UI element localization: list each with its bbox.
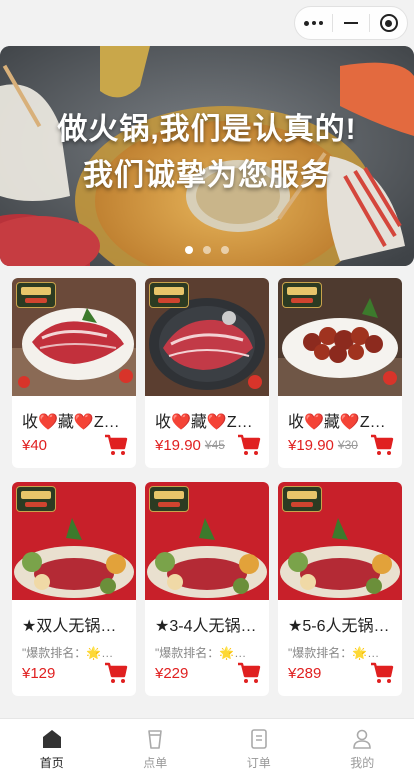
product-name: ★3-4人无锅… (155, 618, 257, 635)
tab-mine[interactable]: 我的 (311, 719, 414, 780)
product-image (145, 278, 269, 396)
cart-icon[interactable] (370, 434, 394, 456)
price-row: ¥289 (288, 662, 394, 684)
product-price: ¥40 (22, 436, 48, 454)
product-grid: 收❤️藏❤️Z… ¥40 收❤️藏❤️Z… ¥19.90 ¥45 收❤️藏❤️Z… (12, 278, 402, 696)
product-name: 收❤️藏❤️Z… (22, 414, 120, 431)
product-image (145, 482, 269, 600)
banner-headline: 做火锅,我们是认真的! (57, 113, 357, 146)
product-card[interactable]: 收❤️藏❤️Z… ¥40 (12, 278, 136, 468)
cart-icon[interactable] (237, 662, 261, 684)
more-dots-icon (303, 20, 323, 26)
product-price: ¥289 (288, 664, 322, 682)
tab-home[interactable]: 首页 (0, 719, 104, 780)
product-name: ★5-6人无锅… (288, 618, 390, 635)
product-description: "爆款排名：🌟🌟… (22, 646, 129, 660)
product-description: "爆款排名：🌟🌟… (155, 646, 262, 660)
user-icon (353, 729, 372, 749)
product-card[interactable]: 收❤️藏❤️Z… ¥19.90 ¥45 (145, 278, 269, 468)
cart-icon[interactable] (104, 662, 128, 684)
minimize-button[interactable] (333, 7, 370, 39)
tab-order[interactable]: 点单 (104, 719, 208, 780)
tab-orders[interactable]: 订单 (207, 719, 311, 780)
target-icon (379, 14, 398, 32)
minus-icon (344, 22, 358, 24)
price-row: ¥129 (22, 662, 128, 684)
brand-logo (149, 282, 189, 308)
product-card[interactable]: ★双人无锅… "爆款排名：🌟🌟… ¥129 (12, 482, 136, 696)
close-button[interactable] (370, 7, 407, 39)
product-price: ¥19.90 (288, 436, 334, 454)
tab-label: 订单 (246, 756, 271, 770)
product-price: ¥129 (22, 664, 56, 682)
cart-icon[interactable] (370, 662, 394, 684)
price-row: ¥19.90 ¥45 (155, 434, 261, 456)
tab-label: 点单 (143, 756, 168, 770)
original-price: ¥45 (204, 438, 225, 452)
mini-program-capsule (294, 6, 408, 40)
brand-logo (149, 486, 189, 512)
original-price: ¥30 (337, 438, 358, 452)
product-description: "爆款排名：🌟🌟… (288, 646, 395, 660)
brand-logo (282, 282, 322, 308)
product-image (12, 482, 136, 600)
receipt-icon (250, 729, 267, 749)
product-name: 收❤️藏❤️Z… (288, 414, 386, 431)
banner-subheadline: 我们诚挚为您服务 (83, 159, 331, 192)
carousel-dot[interactable] (221, 246, 229, 254)
product-card[interactable]: ★5-6人无锅… "爆款排名：🌟🌟… ¥289 (278, 482, 402, 696)
product-name: 收❤️藏❤️Z… (155, 414, 253, 431)
product-price: ¥229 (155, 664, 189, 682)
carousel-indicators (0, 246, 414, 254)
price-row: ¥40 (22, 434, 128, 456)
product-price: ¥19.90 (155, 436, 201, 454)
home-icon (42, 730, 61, 748)
product-image (278, 278, 402, 396)
product-card[interactable]: 收❤️藏❤️Z… ¥19.90 ¥30 (278, 278, 402, 468)
more-button[interactable] (295, 7, 332, 39)
price-row: ¥229 (155, 662, 261, 684)
cart-icon[interactable] (104, 434, 128, 456)
banner-carousel[interactable]: 做火锅,我们是认真的! 我们诚挚为您服务 (0, 46, 414, 266)
brand-logo (282, 486, 322, 512)
tab-label: 首页 (39, 756, 64, 770)
brand-logo (16, 486, 56, 512)
carousel-dot[interactable] (185, 246, 193, 254)
bottom-tab-bar: 首页 点单 订单 我的 (0, 718, 414, 780)
product-name: ★双人无锅… (22, 618, 117, 635)
product-image (12, 278, 136, 396)
tab-label: 我的 (350, 756, 375, 770)
cup-icon (148, 730, 163, 749)
cart-icon[interactable] (237, 434, 261, 456)
product-image (278, 482, 402, 600)
product-card[interactable]: ★3-4人无锅… "爆款排名：🌟🌟… ¥229 (145, 482, 269, 696)
carousel-dot[interactable] (203, 246, 211, 254)
brand-logo (16, 282, 56, 308)
price-row: ¥19.90 ¥30 (288, 434, 394, 456)
